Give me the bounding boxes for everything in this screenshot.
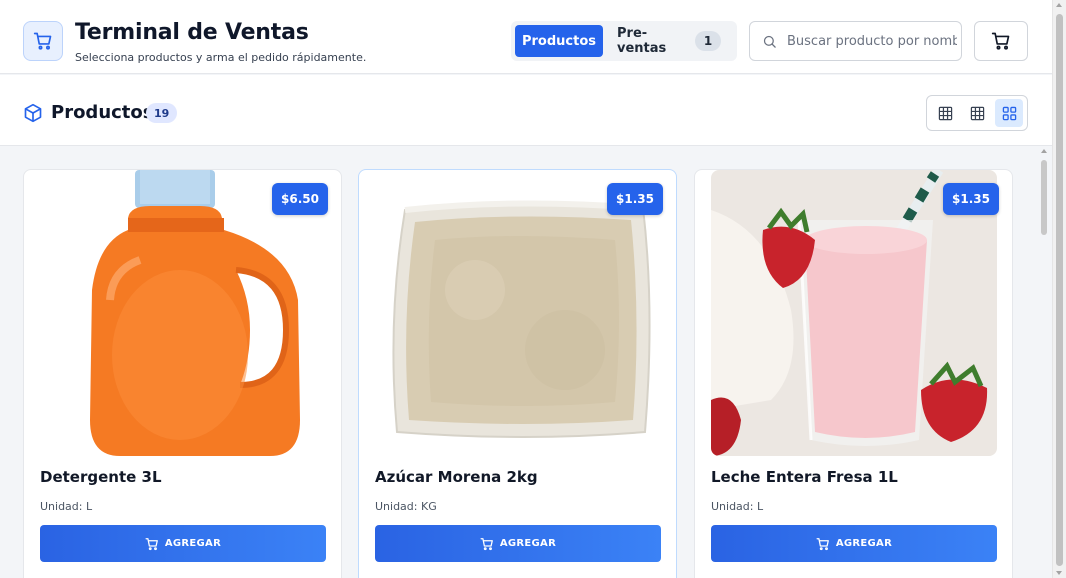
price-badge: $1.35 (943, 183, 999, 215)
scroll-up-arrow[interactable] (1041, 149, 1047, 153)
view-size-toggle (926, 95, 1028, 131)
add-to-cart-button[interactable]: AGREGAR (711, 525, 997, 562)
product-name: Leche Entera Fresa 1L (711, 468, 898, 486)
search-icon (763, 35, 776, 48)
product-card[interactable]: $1.35 Leche Entera Fresa 1L Unidad: L AG… (694, 169, 1013, 578)
cart-icon (33, 32, 52, 50)
app-subtitle: Selecciona productos y arma el pedido rá… (75, 51, 367, 64)
product-card[interactable]: $1.35 Azúcar Morena 2kg Unidad: KG AGREG… (358, 169, 677, 578)
app-logo (23, 21, 63, 61)
add-button-label: AGREGAR (835, 538, 893, 549)
cart-icon (480, 537, 493, 550)
products-count-badge: 19 (146, 103, 178, 123)
grid-scrollbar-thumb[interactable] (1041, 160, 1047, 235)
box-icon (24, 103, 42, 123)
add-button-label: AGREGAR (499, 538, 557, 549)
price-badge: $1.35 (607, 183, 663, 215)
cart-icon (991, 32, 1010, 50)
product-unit: Unidad: L (40, 500, 93, 513)
product-name: Azúcar Morena 2kg (375, 468, 538, 486)
tab-pre-ventas[interactable]: Pre-ventas 1 (605, 25, 733, 57)
products-section-header: Productos 19 (0, 75, 1052, 146)
product-name: Detergente 3L (40, 468, 162, 486)
app-header: Terminal de Ventas Selecciona productos … (0, 0, 1052, 74)
view-medium-grid-button[interactable] (963, 99, 991, 127)
view-large-grid-button[interactable] (995, 99, 1023, 127)
cart-button[interactable] (974, 21, 1028, 61)
page-scroll-up-arrow[interactable] (1056, 3, 1062, 7)
cart-icon (816, 537, 829, 550)
tab-pre-ventas-label: Pre-ventas (617, 26, 667, 56)
view-small-grid-button[interactable] (931, 99, 959, 127)
grid-large-icon (1002, 106, 1016, 120)
pre-ventas-count-badge: 1 (695, 31, 721, 51)
search-input[interactable] (787, 33, 957, 49)
tab-productos-label: Productos (521, 33, 597, 49)
tab-productos[interactable]: Productos (515, 25, 603, 57)
cart-icon (145, 537, 158, 550)
grid-medium-icon (970, 106, 984, 120)
grid-small-icon (938, 106, 952, 120)
grid-scrollbar[interactable] (1038, 146, 1050, 578)
product-card[interactable]: $6.50 Detergente 3L Unidad: L AGREGAR (23, 169, 342, 578)
app-title: Terminal de Ventas (75, 20, 309, 45)
product-unit: Unidad: L (711, 500, 764, 513)
price-badge: $6.50 (272, 183, 328, 215)
page-scrollbar[interactable] (1052, 0, 1066, 578)
page-scroll-down-arrow[interactable] (1056, 571, 1062, 575)
page-scrollbar-thumb[interactable] (1056, 14, 1063, 566)
add-to-cart-button[interactable]: AGREGAR (40, 525, 326, 562)
add-button-label: AGREGAR (164, 538, 222, 549)
add-to-cart-button[interactable]: AGREGAR (375, 525, 661, 562)
section-title: Productos (51, 102, 154, 123)
view-tabs: Productos Pre-ventas 1 (511, 21, 737, 61)
product-unit: Unidad: KG (375, 500, 437, 513)
search-box[interactable] (749, 21, 962, 61)
